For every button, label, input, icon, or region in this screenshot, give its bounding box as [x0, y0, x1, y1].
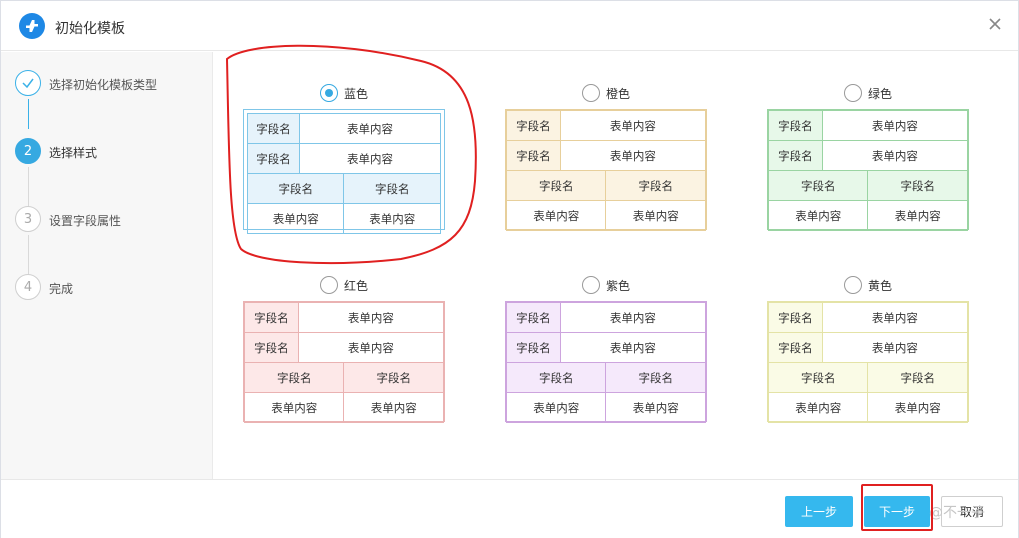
style-name: 绿色 — [867, 86, 892, 101]
step-number: 2 — [15, 138, 41, 164]
radio-button[interactable] — [843, 84, 862, 102]
preview-cell: 字段名 — [505, 170, 607, 201]
preview-cell: 表单内容 — [559, 302, 707, 333]
preview-cell: 表单内容 — [299, 143, 441, 174]
step-label: 选择样式 — [49, 146, 98, 160]
step-label: 完成 — [49, 282, 74, 296]
preview-cell: 字段名 — [343, 362, 444, 393]
style-preview-table[interactable]: 字段名 表单内容 字段名 表单内容 字段名 字段名 表单内容 表单内容 — [505, 301, 707, 423]
steps-sidebar: 选择初始化模板类型 2 选择样式 3 设置字段属性 4 完成 — [1, 52, 213, 479]
style-preview-table[interactable]: 字段名 表单内容 字段名 表单内容 字段名 字段名 表单内容 表单内容 — [243, 301, 445, 423]
preview-cell: 表单内容 — [243, 392, 345, 423]
style-radio-row[interactable]: 紫色 — [505, 274, 707, 296]
dialog-footer: 上一步 下一步 取消 @不一子 — [1, 479, 1018, 538]
preview-cell: 表单内容 — [299, 113, 441, 144]
preview-cell: 字段名 — [506, 140, 561, 171]
next-step-button[interactable]: 下一步 — [864, 496, 930, 527]
style-preview-table[interactable]: 字段名 表单内容 字段名 表单内容 字段名 字段名 表单内容 表单内容 — [767, 109, 969, 231]
step-number: 4 — [15, 274, 41, 300]
preview-cell: 表单内容 — [343, 203, 441, 234]
preview-cell: 字段名 — [867, 170, 968, 201]
preview-cell: 字段名 — [505, 362, 607, 393]
preview-cell: 表单内容 — [246, 203, 345, 234]
preview-cell: 表单内容 — [767, 200, 869, 231]
step-label: 设置字段属性 — [49, 214, 122, 228]
preview-cell: 表单内容 — [505, 200, 607, 231]
preview-cell: 字段名 — [506, 302, 561, 333]
preview-cell: 表单内容 — [297, 302, 445, 333]
style-preview-table[interactable]: 字段名 表单内容 字段名 表单内容 字段名 字段名 表单内容 表单内容 — [505, 109, 707, 231]
preview-cell: 字段名 — [867, 362, 968, 393]
preview-cell: 表单内容 — [605, 200, 706, 231]
style-radio-row[interactable]: 蓝色 — [243, 82, 445, 104]
style-options-area: 蓝色 字段名 表单内容 字段名 表单内容 字段名 字段名 表单内容 表单内容 橙色 字段名 表单内容字… — [214, 52, 1018, 479]
preview-cell: 表单内容 — [821, 110, 969, 141]
radio-button[interactable] — [581, 84, 600, 102]
watermark: @不一子 — [929, 505, 985, 521]
style-preview-table[interactable]: 字段名 表单内容 字段名 表单内容 字段名 字段名 表单内容 表单内容 — [767, 301, 969, 423]
preview-cell: 字段名 — [768, 302, 823, 333]
preview-cell: 表单内容 — [821, 332, 969, 363]
preview-cell: 字段名 — [767, 362, 869, 393]
preview-cell: 表单内容 — [821, 140, 969, 171]
preview-cell: 字段名 — [768, 140, 823, 171]
preview-cell: 字段名 — [767, 170, 869, 201]
step-connector — [28, 99, 29, 129]
preview-cell: 表单内容 — [867, 392, 968, 423]
preview-cell: 表单内容 — [767, 392, 869, 423]
preview-cell: 字段名 — [243, 362, 345, 393]
style-name: 橙色 — [605, 86, 630, 101]
step-connector — [28, 167, 29, 207]
preview-cell: 字段名 — [768, 332, 823, 363]
preview-cell: 表单内容 — [505, 392, 607, 423]
preview-cell: 表单内容 — [343, 392, 444, 423]
preview-cell: 字段名 — [506, 332, 561, 363]
preview-cell: 字段名 — [605, 362, 706, 393]
init-template-dialog: 初始化模板 选择初始化模板类型 2 选择样式 3 设置字段属性 4 完成 蓝色 … — [0, 0, 1019, 538]
style-radio-row[interactable]: 绿色 — [767, 82, 969, 104]
preview-cell: 表单内容 — [559, 140, 707, 171]
style-name: 蓝色 — [343, 86, 368, 101]
preview-cell: 字段名 — [343, 173, 441, 204]
preview-cell: 表单内容 — [867, 200, 968, 231]
dialog-header: 初始化模板 — [1, 1, 1018, 51]
style-radio-row[interactable]: 橙色 — [505, 82, 707, 104]
radio-button[interactable] — [319, 276, 338, 294]
close-icon[interactable] — [986, 15, 1004, 33]
preview-cell: 表单内容 — [297, 332, 445, 363]
style-radio-row[interactable]: 黄色 — [767, 274, 969, 296]
app-logo-icon — [19, 13, 45, 39]
preview-cell: 字段名 — [246, 113, 301, 144]
prev-step-button[interactable]: 上一步 — [785, 496, 853, 527]
preview-cell: 字段名 — [605, 170, 706, 201]
preview-cell: 表单内容 — [605, 392, 706, 423]
preview-cell: 字段名 — [244, 302, 299, 333]
style-name: 黄色 — [867, 278, 892, 293]
check-icon — [15, 70, 41, 96]
radio-button[interactable] — [319, 84, 338, 102]
preview-cell: 字段名 — [244, 332, 299, 363]
style-name: 红色 — [343, 278, 368, 293]
preview-cell: 字段名 — [768, 110, 823, 141]
style-radio-row[interactable]: 红色 — [243, 274, 445, 296]
radio-button[interactable] — [581, 276, 600, 294]
style-preview-table[interactable]: 字段名 表单内容 字段名 表单内容 字段名 字段名 表单内容 表单内容 — [243, 109, 445, 234]
style-name: 紫色 — [605, 278, 630, 293]
preview-cell: 表单内容 — [559, 110, 707, 141]
preview-cell: 表单内容 — [559, 332, 707, 363]
radio-button[interactable] — [843, 276, 862, 294]
step-number: 3 — [15, 206, 41, 232]
preview-cell: 字段名 — [506, 110, 561, 141]
preview-cell: 表单内容 — [821, 302, 969, 333]
step-connector — [28, 235, 29, 275]
preview-cell: 字段名 — [246, 143, 301, 174]
step-label: 选择初始化模板类型 — [49, 78, 158, 92]
dialog-title: 初始化模板 — [55, 21, 125, 37]
preview-cell: 字段名 — [246, 173, 345, 204]
